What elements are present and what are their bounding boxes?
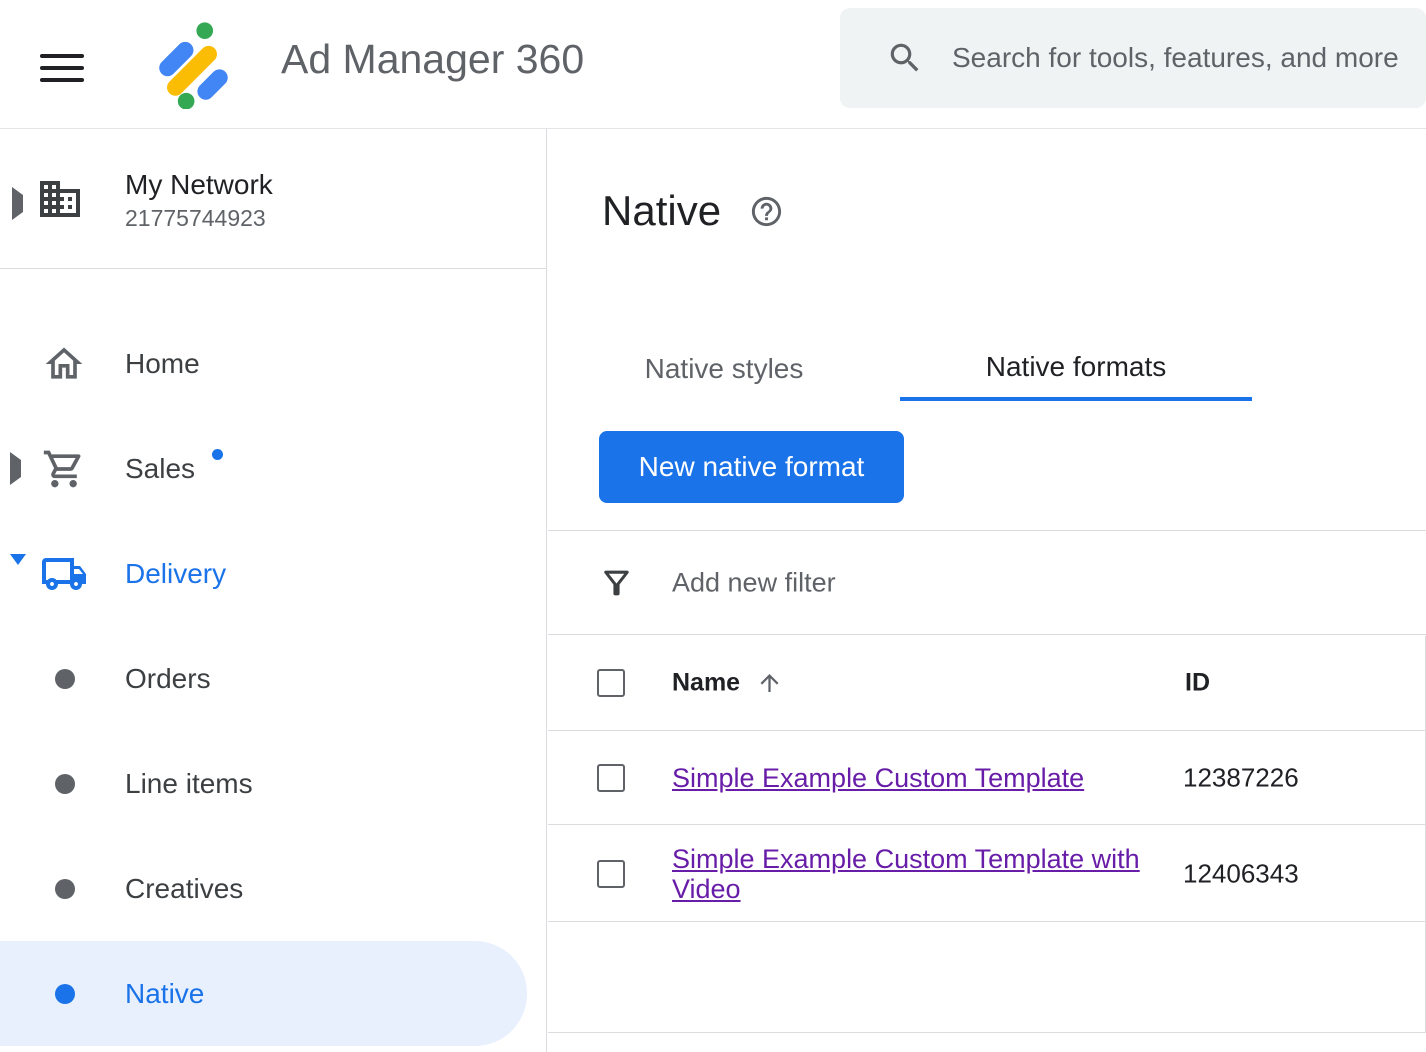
select-all-checkbox[interactable] [597,669,625,697]
sidebar-divider [0,268,546,269]
delivery-truck-icon [40,550,88,598]
sidebar-item-sales[interactable]: Sales [0,416,546,521]
page-title: Native [602,187,721,235]
sidebar-item-label: Line items [125,768,253,800]
sidebar-item-creatives[interactable]: Creatives [0,836,546,941]
bullet-icon [55,879,75,899]
column-name-label: Name [672,669,740,698]
sidebar-nav: Home Sales Delivery Orders Line items [0,311,546,1046]
hamburger-menu-icon[interactable] [40,40,86,88]
new-native-format-button[interactable]: New native format [599,431,904,503]
add-new-filter-label[interactable]: Add new filter [672,567,836,598]
bullet-icon [55,669,75,689]
sidebar-item-label: Creatives [125,873,243,905]
home-icon [40,342,88,386]
expand-right-icon[interactable] [12,195,23,213]
sales-cart-icon [40,447,88,491]
row-checkbox[interactable] [597,764,625,792]
native-format-id-cell: 12387226 [1183,763,1299,794]
sidebar-item-native[interactable]: Native [0,941,546,1046]
table-empty-area [548,923,1426,1033]
sidebar-item-label: Native [125,978,204,1010]
network-name: My Network [125,167,273,203]
tab-native-formats[interactable]: Native formats [900,337,1252,401]
top-app-bar: Ad Manager 360 [0,0,1426,129]
filter-funnel-icon[interactable] [598,564,635,601]
sidebar-item-label: Orders [125,663,211,695]
native-format-name-cell: Simple Example Custom Template [672,763,1172,793]
tab-native-styles[interactable]: Native styles [548,337,900,401]
sidebar-item-label: Delivery [125,558,226,590]
active-item-highlight [0,941,527,1046]
network-building-icon [36,175,84,223]
notification-dot [212,449,223,460]
sidebar-item-line-items[interactable]: Line items [0,731,546,836]
app-title: Ad Manager 360 [281,36,584,83]
expand-right-icon[interactable] [10,460,21,478]
sidebar-item-home[interactable]: Home [0,311,546,416]
table-header-row: Name ID [548,636,1426,731]
filter-bar[interactable]: Add new filter [548,531,1426,635]
search-icon [886,39,924,77]
column-header-id: ID [1185,669,1210,698]
tab-bar: Native styles Native formats [548,337,1252,401]
search-input[interactable] [950,41,1426,75]
native-format-id-cell: 12406343 [1183,858,1299,889]
bullet-icon [55,774,75,794]
network-selector[interactable]: My Network 21775744923 [0,129,546,268]
network-id: 21775744923 [125,203,273,233]
table-row: Simple Example Custom Template with Vide… [548,826,1426,922]
help-icon[interactable] [749,194,784,229]
search-bar[interactable] [840,8,1426,108]
main-content: Native Native styles Native formats New … [548,129,1426,1052]
sidebar-item-label: Home [125,348,200,380]
native-format-name-cell: Simple Example Custom Template with Vide… [672,844,1172,904]
row-checkbox[interactable] [597,860,625,888]
sidebar-item-delivery[interactable]: Delivery [0,521,546,626]
column-header-name[interactable]: Name [672,669,783,698]
table-row: Simple Example Custom Template 12387226 [548,732,1426,825]
native-format-link[interactable]: Simple Example Custom Template [672,763,1084,793]
bullet-icon [55,984,75,1004]
ad-manager-logo[interactable] [146,12,242,112]
sidebar-item-label: Sales [125,453,195,485]
sidebar-item-orders[interactable]: Orders [0,626,546,731]
chevron-down-icon[interactable] [10,565,26,583]
sidebar: My Network 21775744923 Home Sales Delive… [0,129,547,1052]
sort-ascending-icon[interactable] [756,670,783,697]
native-format-link[interactable]: Simple Example Custom Template with Vide… [672,844,1140,904]
